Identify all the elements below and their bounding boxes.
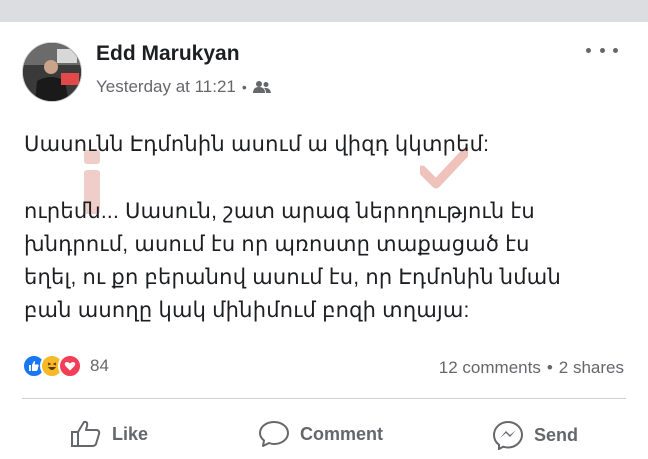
counts-separator: • [546,358,553,377]
send-button[interactable]: Send [492,420,578,450]
reaction-count: 84 [90,356,109,375]
comment-icon [259,421,289,447]
post-meta: Yesterday at 11:21 • [96,77,271,97]
post-text-line: ուրեմն... Սասուն, շատ արագ ներողություն … [24,200,535,223]
dot-icon [613,47,618,53]
post-text-line: եղել, ու քո բերանով ասում էս, որ Էդմոնին… [24,266,561,289]
post-text-line: Սասունն Էդմոնին ասում ա վիզդ կկտրեմ: [24,133,490,156]
author-name[interactable]: Edd Marukyan [96,42,240,66]
dot-icon [599,47,605,53]
comment-button[interactable]: Comment [258,420,383,448]
avatar[interactable] [22,42,82,102]
meta-separator: • [241,79,247,95]
reactions-summary[interactable]: 84 [22,354,109,378]
like-label: Like [112,423,149,444]
post-text-paragraph: ուրեմն... Սասուն, շատ արագ ներողություն … [24,195,634,327]
friends-icon[interactable] [252,80,271,94]
post-text-line: խնդրում, ասում էս որ պռոստը տաքացած էս [24,233,530,256]
love-reaction-icon [58,354,82,378]
engagement-counts: 12 comments • 2 shares [439,358,624,378]
shares-count-link[interactable]: 2 shares [559,358,624,378]
more-options-button[interactable] [586,40,618,60]
top-strip [0,0,648,22]
divider [22,398,626,399]
post-text-line: բան ասողը կակ մինիմում բոզի տղայա: [24,299,470,322]
timestamp[interactable]: Yesterday at 11:21 [96,77,236,97]
comments-count-link[interactable]: 12 comments [439,358,541,378]
like-button[interactable]: Like [70,420,148,448]
comment-label: Comment [300,423,384,444]
send-label: Send [534,424,579,445]
avatar-photo-icon [23,43,81,101]
dot-icon [586,47,591,53]
thumbs-up-icon [71,420,101,447]
messenger-icon [492,420,524,450]
